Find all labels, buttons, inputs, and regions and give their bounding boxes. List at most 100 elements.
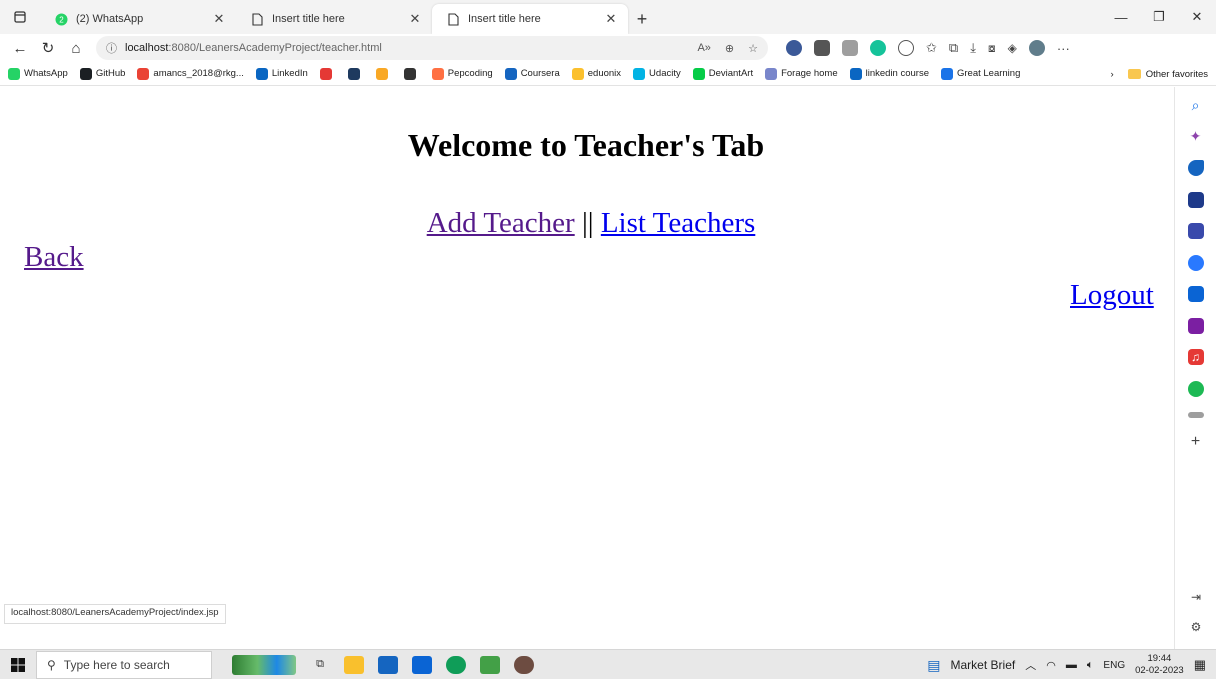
tab-insert-title-1[interactable]: Insert title here ✕ [236, 4, 432, 34]
performance-icon[interactable]: ◈ [1008, 41, 1017, 55]
volume-icon[interactable]: 🔈︎ [1087, 659, 1094, 672]
extension-icon[interactable] [814, 40, 830, 56]
games-icon[interactable] [1187, 223, 1204, 239]
search-icon: ⚲ [47, 657, 56, 672]
minimize-button[interactable]: — [1102, 0, 1140, 34]
bookmark-item[interactable]: Udacity [633, 67, 681, 80]
tools-icon[interactable] [1187, 191, 1204, 208]
tab-strip: 2 (2) WhatsApp ✕ Insert title here ✕ Ins… [0, 0, 1216, 34]
tab-actions-button[interactable] [0, 0, 40, 34]
back-link[interactable]: Back [24, 241, 84, 274]
teacher-nav-links: Add Teacher || List Teachers [0, 207, 1182, 240]
zoom-icon[interactable]: ⊕ [725, 42, 734, 55]
news-icon[interactable] [1187, 412, 1204, 418]
chevron-right-icon[interactable]: › [1111, 69, 1114, 80]
search-icon[interactable]: ⌕ [1188, 97, 1204, 113]
bookmark-icon [940, 67, 953, 80]
notifications-icon[interactable]: ▦ [1194, 657, 1206, 673]
info-icon[interactable]: ⓘ [106, 40, 117, 56]
hide-sidebar-icon[interactable]: ⇥ [1188, 589, 1204, 605]
bookmark-item[interactable]: WhatsApp [8, 67, 68, 80]
bookmark-item[interactable]: amancs_2018@rkg... [137, 67, 244, 80]
copilot-icon[interactable]: ✦ [1188, 128, 1204, 145]
taskbar-search-input[interactable]: ⚲ Type here to search [36, 650, 212, 679]
home-icon[interactable]: ⌂ [62, 35, 90, 61]
bookmark-icon [633, 67, 646, 80]
bookmark-item[interactable]: Great Learning [940, 67, 1020, 80]
mail-icon[interactable] [412, 655, 432, 674]
outlook-icon[interactable] [1187, 286, 1204, 302]
profile-avatar[interactable] [1028, 40, 1045, 56]
microsoft-store-icon[interactable] [378, 655, 398, 674]
bookmark-item[interactable]: Coursera [504, 67, 560, 80]
close-icon[interactable]: ✕ [602, 11, 620, 27]
grammarly-icon[interactable] [870, 40, 886, 56]
language-indicator[interactable]: ENG [1103, 660, 1125, 671]
tab-title: Insert title here [468, 13, 541, 25]
bookmark-item[interactable] [319, 67, 336, 80]
shopping-tag-icon[interactable] [1187, 160, 1204, 176]
more-menu-icon[interactable]: ··· [1057, 41, 1070, 56]
search-highlight-image[interactable] [232, 654, 296, 675]
page-icon [446, 12, 460, 26]
bookmark-item[interactable]: Forage home [765, 67, 838, 80]
sidebar-settings-icon[interactable]: ⚙ [1188, 619, 1204, 635]
logout-link[interactable]: Logout [1070, 279, 1154, 312]
bookmark-icon [255, 67, 268, 80]
notepad-icon[interactable] [480, 655, 500, 674]
tab-whatsapp[interactable]: 2 (2) WhatsApp ✕ [40, 4, 236, 34]
add-teacher-link[interactable]: Add Teacher [427, 207, 575, 239]
extension-icon[interactable] [842, 40, 858, 56]
read-aloud-icon[interactable]: A» [697, 42, 710, 55]
bookmark-item[interactable]: Pepcoding [431, 67, 493, 80]
close-window-button[interactable]: ✕ [1178, 0, 1216, 34]
bookmark-item[interactable] [347, 67, 364, 80]
bookmark-item[interactable]: eduonix [571, 67, 621, 80]
designer-icon[interactable] [1187, 317, 1204, 334]
refresh-icon[interactable]: ↻ [34, 35, 62, 61]
downloads-icon[interactable]: ⤓ [970, 40, 976, 56]
address-bar[interactable]: ⓘ localhost:8080/LeanersAcademyProject/t… [96, 36, 768, 60]
spotify-icon[interactable] [1187, 380, 1204, 397]
bookmark-item[interactable] [403, 67, 420, 80]
bookmark-label: Pepcoding [447, 68, 493, 79]
tab-insert-title-2[interactable]: Insert title here ✕ [432, 4, 628, 34]
back-icon[interactable]: ← [6, 35, 34, 61]
music-icon[interactable]: ♫ [1187, 349, 1204, 365]
list-teachers-link[interactable]: List Teachers [601, 207, 755, 239]
wifi-icon[interactable]: ◠ [1046, 659, 1056, 672]
app-icon[interactable] [514, 655, 534, 674]
extension-icon[interactable] [898, 40, 914, 56]
market-brief-label[interactable]: Market Brief [951, 658, 1016, 672]
add-sidebar-app-icon[interactable]: + [1188, 433, 1204, 450]
bookmark-item[interactable]: GitHub [79, 67, 125, 80]
restore-button[interactable]: ❐ [1140, 0, 1178, 34]
favorite-star-icon[interactable]: ☆ [748, 42, 758, 55]
new-tab-button[interactable]: + [628, 4, 656, 34]
collections-icon[interactable]: ⧉ [949, 40, 958, 56]
extension-icon[interactable] [786, 40, 802, 56]
other-favorites-folder[interactable]: › Other favorites [1111, 62, 1208, 85]
close-icon[interactable]: ✕ [210, 11, 228, 27]
screenshot-icon[interactable]: ⧇ [988, 41, 996, 56]
bookmark-item[interactable]: LinkedIn [255, 67, 308, 80]
favorites-icon[interactable]: ✩ [926, 40, 937, 56]
page-content: Welcome to Teacher's Tab Add Teacher || … [0, 87, 1172, 635]
bookmark-label: amancs_2018@rkg... [153, 68, 244, 79]
close-icon[interactable]: ✕ [406, 11, 424, 27]
news-widget-icon[interactable]: ▤ [927, 657, 940, 674]
plus-icon: + [636, 8, 648, 29]
bookmark-item[interactable]: linkedin course [849, 67, 929, 80]
bookmark-label: Coursera [520, 68, 560, 79]
microsoft-365-icon[interactable] [1187, 254, 1204, 271]
bookmark-item[interactable] [375, 67, 392, 80]
battery-icon[interactable]: ▬ [1066, 659, 1077, 671]
task-view-icon[interactable]: ⧉ [310, 656, 330, 674]
start-button[interactable] [0, 650, 36, 679]
edge-icon[interactable] [446, 655, 466, 674]
taskbar-search-placeholder: Type here to search [63, 657, 170, 672]
bookmark-item[interactable]: DeviantArt [692, 67, 753, 80]
chevron-up-icon[interactable]: ︿ [1025, 657, 1036, 673]
clock[interactable]: 19:44 02-02-2023 [1135, 653, 1184, 677]
file-explorer-icon[interactable] [344, 655, 364, 674]
